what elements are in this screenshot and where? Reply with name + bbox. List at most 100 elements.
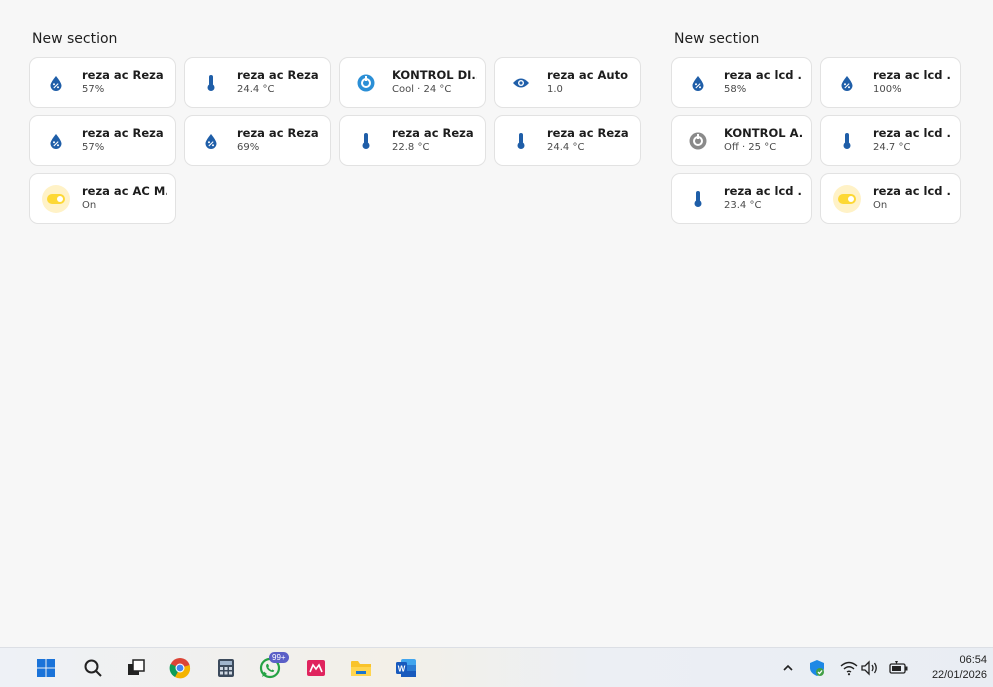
- chrome-icon[interactable]: [166, 654, 194, 682]
- eye-icon[interactable]: [507, 69, 535, 97]
- entity-card-text: reza ac Reza ... 24.4 °C: [237, 68, 322, 97]
- entity-card-text: reza ac lcd ... 23.4 °C: [724, 184, 803, 213]
- entity-card[interactable]: reza ac Reza ... 22.8 °C: [339, 115, 486, 166]
- entity-name: reza ac Reza ...: [237, 126, 322, 140]
- entity-card[interactable]: reza ac Reza ... 24.4 °C: [184, 57, 331, 108]
- section-title: New section: [32, 31, 118, 47]
- entity-name: reza ac lcd ...: [873, 68, 952, 82]
- entity-card-text: reza ac Reza ... 69%: [237, 126, 322, 155]
- entity-card[interactable]: reza ac Reza ... 57%: [29, 57, 176, 108]
- wifi-icon[interactable]: [838, 657, 860, 679]
- whatsapp-icon[interactable]: 99+: [256, 652, 289, 682]
- thermostat-dial-off-icon[interactable]: [684, 127, 712, 155]
- taskbar: 99+ W 06:54 22/01/2026: [0, 647, 993, 687]
- entity-name: reza ac Reza ...: [82, 68, 167, 82]
- section-left: New section reza ac Reza ...57%reza ac R…: [29, 30, 641, 224]
- water-percent-icon[interactable]: [42, 127, 70, 155]
- water-percent-icon[interactable]: [197, 127, 225, 155]
- card-grid: reza ac Reza ... 57% reza ac Reza ... 24.4 …: [29, 57, 641, 224]
- entity-card[interactable]: reza ac lcd ... 100%: [820, 57, 961, 108]
- entity-card-text: reza ac Reza ... 57%: [82, 126, 167, 155]
- entity-state: On: [82, 200, 97, 211]
- water-percent-icon[interactable]: [833, 69, 861, 97]
- entity-name: reza ac lcd ...: [724, 68, 803, 82]
- entity-card-text: reza ac Reza ... 24.4 °C: [547, 126, 632, 155]
- system-clock[interactable]: 06:54 22/01/2026: [932, 653, 987, 683]
- task-view-icon[interactable]: [122, 654, 150, 682]
- entity-state: 24.4 °C: [237, 84, 275, 95]
- entity-name: reza ac Reza ...: [547, 126, 632, 140]
- entity-state: 1.0: [547, 84, 563, 95]
- volume-icon[interactable]: [859, 657, 881, 679]
- toggle-switch-on-icon[interactable]: [833, 184, 861, 213]
- entity-state: 100%: [873, 84, 902, 95]
- app-red-icon[interactable]: [302, 654, 330, 682]
- entity-name: KONTROL A...: [724, 126, 803, 140]
- entity-card[interactable]: reza ac lcd ... 23.4 °C: [671, 173, 812, 224]
- entity-state: 69%: [237, 142, 260, 153]
- entity-card[interactable]: reza ac Reza ... 69%: [184, 115, 331, 166]
- entity-state: 23.4 °C: [724, 200, 762, 211]
- search-icon[interactable]: [79, 654, 107, 682]
- calculator-icon[interactable]: [212, 654, 240, 682]
- entity-card-text: reza ac Auto ... 1.0: [547, 68, 632, 97]
- entity-card[interactable]: reza ac Auto ... 1.0: [494, 57, 641, 108]
- entity-card-text: KONTROL A... Off · 25 °C: [724, 126, 803, 155]
- thermostat-dial-active-icon[interactable]: [352, 69, 380, 97]
- entity-card[interactable]: reza ac Reza ... 57%: [29, 115, 176, 166]
- entity-card[interactable]: reza ac lcd ... On: [820, 173, 961, 224]
- entity-state: 57%: [82, 142, 105, 153]
- section-right: New section reza ac lcd ... 58% reza ac lc…: [671, 30, 961, 224]
- entity-state: 24.7 °C: [873, 142, 911, 153]
- security-shield-icon[interactable]: [806, 657, 828, 679]
- entity-name: KONTROL DI...: [392, 68, 477, 82]
- entity-card-text: reza ac lcd ... On: [873, 184, 952, 213]
- thermometer-icon[interactable]: [352, 127, 380, 155]
- entity-name: reza ac Reza ...: [237, 68, 322, 82]
- chevron-up-icon[interactable]: [777, 657, 799, 679]
- entity-card[interactable]: KONTROL DI... Cool · 24 °C: [339, 57, 486, 108]
- entity-card-text: reza ac lcd ... 24.7 °C: [873, 126, 952, 155]
- thermometer-icon[interactable]: [197, 69, 225, 97]
- entity-name: reza ac lcd ...: [873, 126, 952, 140]
- card-grid: reza ac lcd ... 58% reza ac lcd ... 100% KON…: [671, 57, 961, 224]
- entity-name: reza ac lcd ...: [873, 184, 952, 198]
- entity-state: 58%: [724, 84, 747, 95]
- thermometer-icon[interactable]: [684, 185, 712, 213]
- windows-start-icon[interactable]: [32, 654, 60, 682]
- toggle-switch-on-icon[interactable]: [42, 184, 70, 213]
- entity-card-text: KONTROL DI... Cool · 24 °C: [392, 68, 477, 97]
- entity-name: reza ac Auto ...: [547, 68, 632, 82]
- entity-card-text: reza ac lcd ... 58%: [724, 68, 803, 97]
- dashboard: New section reza ac Reza ...57%reza ac R…: [0, 0, 993, 647]
- entity-card[interactable]: reza ac AC M... On: [29, 173, 176, 224]
- entity-name: reza ac lcd ...: [724, 184, 803, 198]
- entity-name: reza ac AC M...: [82, 184, 167, 198]
- entity-name: reza ac Reza ...: [82, 126, 167, 140]
- entity-state: Off · 25 °C: [724, 142, 777, 153]
- entity-state: 57%: [82, 84, 105, 95]
- entity-card[interactable]: reza ac Reza ... 24.4 °C: [494, 115, 641, 166]
- svg-text:W: W: [398, 665, 406, 674]
- entity-card[interactable]: KONTROL A... Off · 25 °C: [671, 115, 812, 166]
- thermometer-icon[interactable]: [833, 127, 861, 155]
- entity-card-text: reza ac AC M... On: [82, 184, 167, 213]
- section-title: New section: [674, 31, 760, 47]
- word-icon[interactable]: W: [392, 654, 420, 682]
- entity-state: On: [873, 200, 888, 211]
- entity-card-text: reza ac Reza ... 57%: [82, 68, 167, 97]
- water-percent-icon[interactable]: [684, 69, 712, 97]
- entity-card-text: reza ac lcd ... 100%: [873, 68, 952, 97]
- entity-state: Cool · 24 °C: [392, 84, 452, 95]
- entity-card[interactable]: reza ac lcd ... 58%: [671, 57, 812, 108]
- entity-card[interactable]: reza ac lcd ... 24.7 °C: [820, 115, 961, 166]
- entity-state: 22.8 °C: [392, 142, 430, 153]
- entity-name: reza ac Reza ...: [392, 126, 477, 140]
- notification-badge: 99+: [269, 652, 289, 663]
- water-percent-icon[interactable]: [42, 69, 70, 97]
- entity-card-text: reza ac Reza ... 22.8 °C: [392, 126, 477, 155]
- thermometer-icon[interactable]: [507, 127, 535, 155]
- file-explorer-icon[interactable]: [347, 654, 375, 682]
- entity-state: 24.4 °C: [547, 142, 585, 153]
- battery-icon[interactable]: [888, 657, 910, 679]
